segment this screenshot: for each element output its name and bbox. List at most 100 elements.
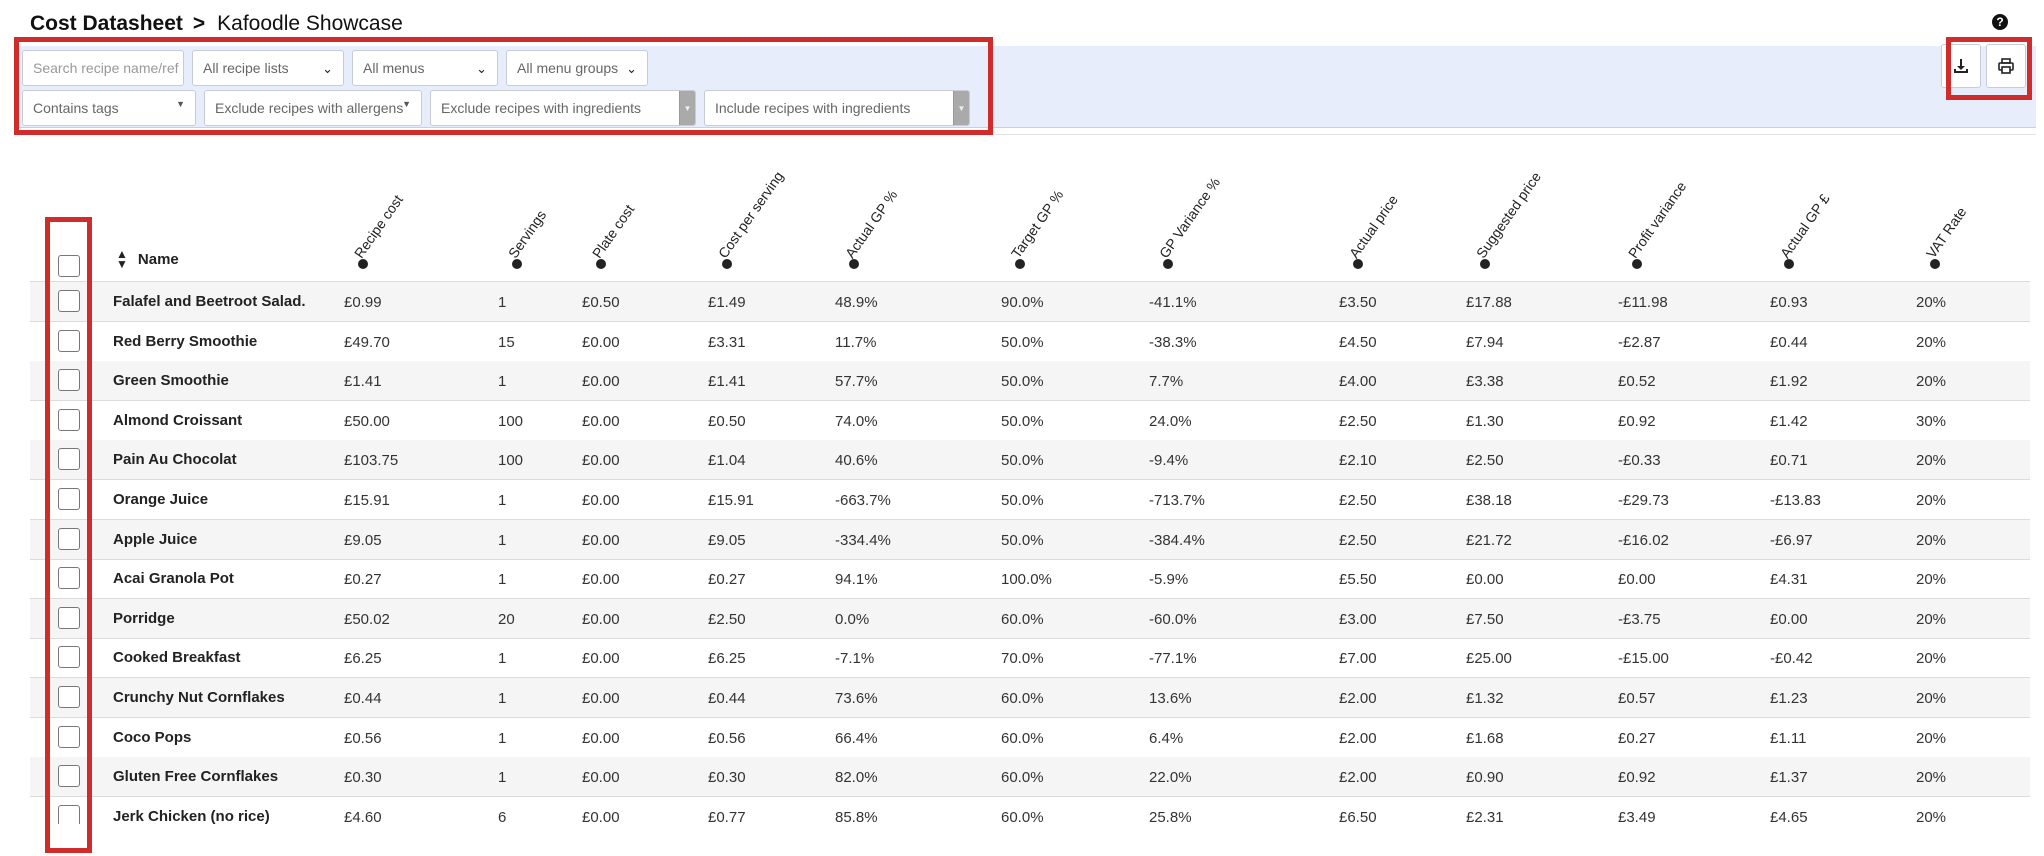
cell-actual-gp-gbp: £1.92 <box>1770 373 1808 391</box>
recipe-name[interactable]: Orange Juice <box>113 491 208 508</box>
table-row[interactable]: Green Smoothie £1.41 1 £0.00 £1.41 57.7% 50.0%… <box>30 361 2030 402</box>
recipe-name[interactable]: Red Berry Smoothie <box>113 333 257 350</box>
download-button[interactable] <box>1941 44 1981 88</box>
recipe-name[interactable]: Falafel and Beetroot Salad. <box>113 293 306 310</box>
column-header-target-gp-pct[interactable]: Target GP % <box>1008 187 1066 269</box>
print-button[interactable] <box>1986 44 2026 88</box>
table-row[interactable]: Crunchy Nut Cornflakes £0.44 1 £0.00 £0.44 73… <box>30 678 2030 718</box>
cell-servings: 6 <box>498 808 507 824</box>
table-row[interactable]: Jerk Chicken (no rice) £4.60 6 £0.00 £0.77 85… <box>30 797 2030 824</box>
table-row[interactable]: Orange Juice £15.91 1 £0.00 £15.91 -663.7% 50.… <box>30 480 2030 520</box>
table-row[interactable]: Acai Granola Pot £0.27 1 £0.00 £0.27 94.1% 100… <box>30 559 2030 600</box>
search-input[interactable]: Search recipe name/ref <box>22 50 184 86</box>
row-checkbox[interactable] <box>58 606 80 629</box>
recipe-name[interactable]: Porridge <box>113 610 175 627</box>
cell-cost-per-serving: £1.41 <box>708 373 746 391</box>
cell-suggested-price: £7.94 <box>1466 333 1504 351</box>
row-checkbox[interactable] <box>58 725 80 748</box>
column-header-recipe-cost[interactable]: Recipe cost <box>351 192 406 269</box>
cell-recipe-cost: £0.44 <box>344 690 382 707</box>
menu-groups-select[interactable]: All menu groups ⌄ <box>506 50 648 86</box>
recipe-name[interactable]: Apple Juice <box>113 531 197 548</box>
recipe-name[interactable]: Acai Granola Pot <box>113 570 234 587</box>
filter-bar: Search recipe name/ref All recipe lists … <box>16 46 2036 128</box>
row-checkbox[interactable] <box>58 804 80 824</box>
cell-actual-gp-gbp: £0.93 <box>1770 294 1808 311</box>
include-ingredients-value: Include recipes with ingredients <box>715 100 911 116</box>
cell-vat-rate: 20% <box>1916 531 1947 549</box>
column-header-vat-rate[interactable]: VAT Rate <box>1923 204 1969 269</box>
column-header-label: Servings <box>504 207 550 261</box>
row-checkbox[interactable] <box>58 290 80 312</box>
cell-cost-per-serving: £1.49 <box>708 294 746 311</box>
recipe-name[interactable]: Pain Au Chocolat <box>113 451 237 468</box>
question-circle-icon[interactable]: ? <box>1992 14 2008 30</box>
recipe-name[interactable]: Cooked Breakfast <box>113 649 241 666</box>
recipe-name[interactable]: Jerk Chicken (no rice) <box>113 808 270 824</box>
column-header-gp-variance-pct[interactable]: GP Variance % <box>1156 174 1223 269</box>
cell-plate-cost: £0.00 <box>582 452 620 470</box>
cell-actual-gp-pct: 11.7% <box>835 333 877 351</box>
row-checkbox[interactable] <box>58 329 80 352</box>
row-checkbox[interactable] <box>58 369 80 392</box>
table-row[interactable]: Gluten Free Cornflakes £0.30 1 £0.00 £0.30 82… <box>30 757 2030 798</box>
table-row[interactable]: Pain Au Chocolat £103.75 100 £0.00 £1.04 40.6… <box>30 440 2030 481</box>
row-checkbox[interactable] <box>58 527 80 550</box>
cell-target-gp-pct: 50.0% <box>1001 333 1044 351</box>
row-checkbox[interactable] <box>58 765 80 788</box>
cell-recipe-cost: £49.70 <box>344 333 390 351</box>
cell-actual-price: £6.50 <box>1339 808 1377 824</box>
row-checkbox[interactable] <box>58 686 80 708</box>
menus-select[interactable]: All menus ⌄ <box>352 50 498 86</box>
column-header-servings[interactable]: Servings <box>505 207 549 269</box>
table-row[interactable]: Apple Juice £9.05 1 £0.00 £9.05 -334.4% 50.0% -… <box>30 519 2030 560</box>
sort-icon: ▲ ▼ <box>116 247 128 271</box>
table-row[interactable]: Coco Pops £0.56 1 £0.00 £0.56 66.4% 60.0% 6.4% £… <box>30 718 2030 758</box>
contains-tags-select[interactable]: Contains tags ▼ <box>22 90 196 126</box>
cell-cost-per-serving: £0.44 <box>708 690 746 707</box>
cell-suggested-price: £21.72 <box>1466 531 1512 549</box>
row-checkbox[interactable] <box>58 567 80 590</box>
filter-row-primary: Search recipe name/ref All recipe lists … <box>22 50 656 86</box>
breadcrumb-root[interactable]: Cost Datasheet <box>30 12 183 36</box>
recipe-name[interactable]: Gluten Free Cornflakes <box>113 768 278 785</box>
recipe-name[interactable]: Almond Croissant <box>113 412 242 429</box>
recipe-name[interactable]: Coco Pops <box>113 729 191 746</box>
row-checkbox[interactable] <box>58 646 80 669</box>
cell-profit-variance: £0.00 <box>1618 571 1656 589</box>
recipe-lists-select[interactable]: All recipe lists ⌄ <box>192 50 344 86</box>
table-row[interactable]: Porridge £50.02 20 £0.00 £2.50 0.0% 60.0% -60.0… <box>30 598 2030 639</box>
recipe-name[interactable]: Green Smoothie <box>113 372 229 389</box>
caret-down-icon: ▼ <box>679 91 695 125</box>
cell-vat-rate: 20% <box>1916 333 1947 351</box>
cell-actual-gp-pct: -663.7% <box>835 492 891 509</box>
recipe-name[interactable]: Crunchy Nut Cornflakes <box>113 689 285 706</box>
cell-cost-per-serving: £0.50 <box>708 412 746 430</box>
row-checkbox[interactable] <box>58 408 80 431</box>
cell-profit-variance: £3.49 <box>1618 808 1656 824</box>
cell-target-gp-pct: 50.0% <box>1001 452 1044 470</box>
row-checkbox[interactable] <box>58 448 80 471</box>
column-header-suggested-price[interactable]: Suggested price <box>1473 169 1544 269</box>
cell-profit-variance: £0.92 <box>1618 769 1656 787</box>
name-column-header[interactable]: ▲ ▼ Name <box>116 247 179 271</box>
column-header-actual-gp-gbp[interactable]: Actual GP £ <box>1777 191 1833 269</box>
column-header-cost-per-serving[interactable]: Cost per serving <box>715 168 786 269</box>
column-header-actual-gp-pct[interactable]: Actual GP % <box>842 187 900 269</box>
table-row[interactable]: Falafel and Beetroot Salad. £0.99 1 £0.50 £1… <box>30 282 2030 322</box>
table-row[interactable]: Red Berry Smoothie £49.70 15 £0.00 £3.31 11.7… <box>30 322 2030 362</box>
cell-plate-cost: £0.00 <box>582 571 620 589</box>
cell-cost-per-serving: £2.50 <box>708 610 746 628</box>
select-all-checkbox[interactable] <box>58 255 80 277</box>
table-row[interactable]: Cooked Breakfast £6.25 1 £0.00 £6.25 -7.1% 70.… <box>30 638 2030 679</box>
include-ingredients-select[interactable]: Include recipes with ingredients ▼ <box>704 90 970 126</box>
cell-suggested-price: £7.50 <box>1466 610 1504 628</box>
column-header-actual-price[interactable]: Actual price <box>1346 192 1401 269</box>
exclude-allergens-select[interactable]: Exclude recipes with allergens ▼ <box>204 90 422 126</box>
column-header-plate-cost[interactable]: Plate cost <box>589 201 637 269</box>
cell-actual-gp-gbp: £4.31 <box>1770 571 1808 589</box>
column-header-profit-variance[interactable]: Profit variance <box>1625 179 1689 269</box>
table-row[interactable]: Almond Croissant £50.00 100 £0.00 £0.50 74.0%… <box>30 401 2030 441</box>
exclude-ingredients-select[interactable]: Exclude recipes with ingredients ▼ <box>430 90 696 126</box>
row-checkbox[interactable] <box>58 488 80 510</box>
